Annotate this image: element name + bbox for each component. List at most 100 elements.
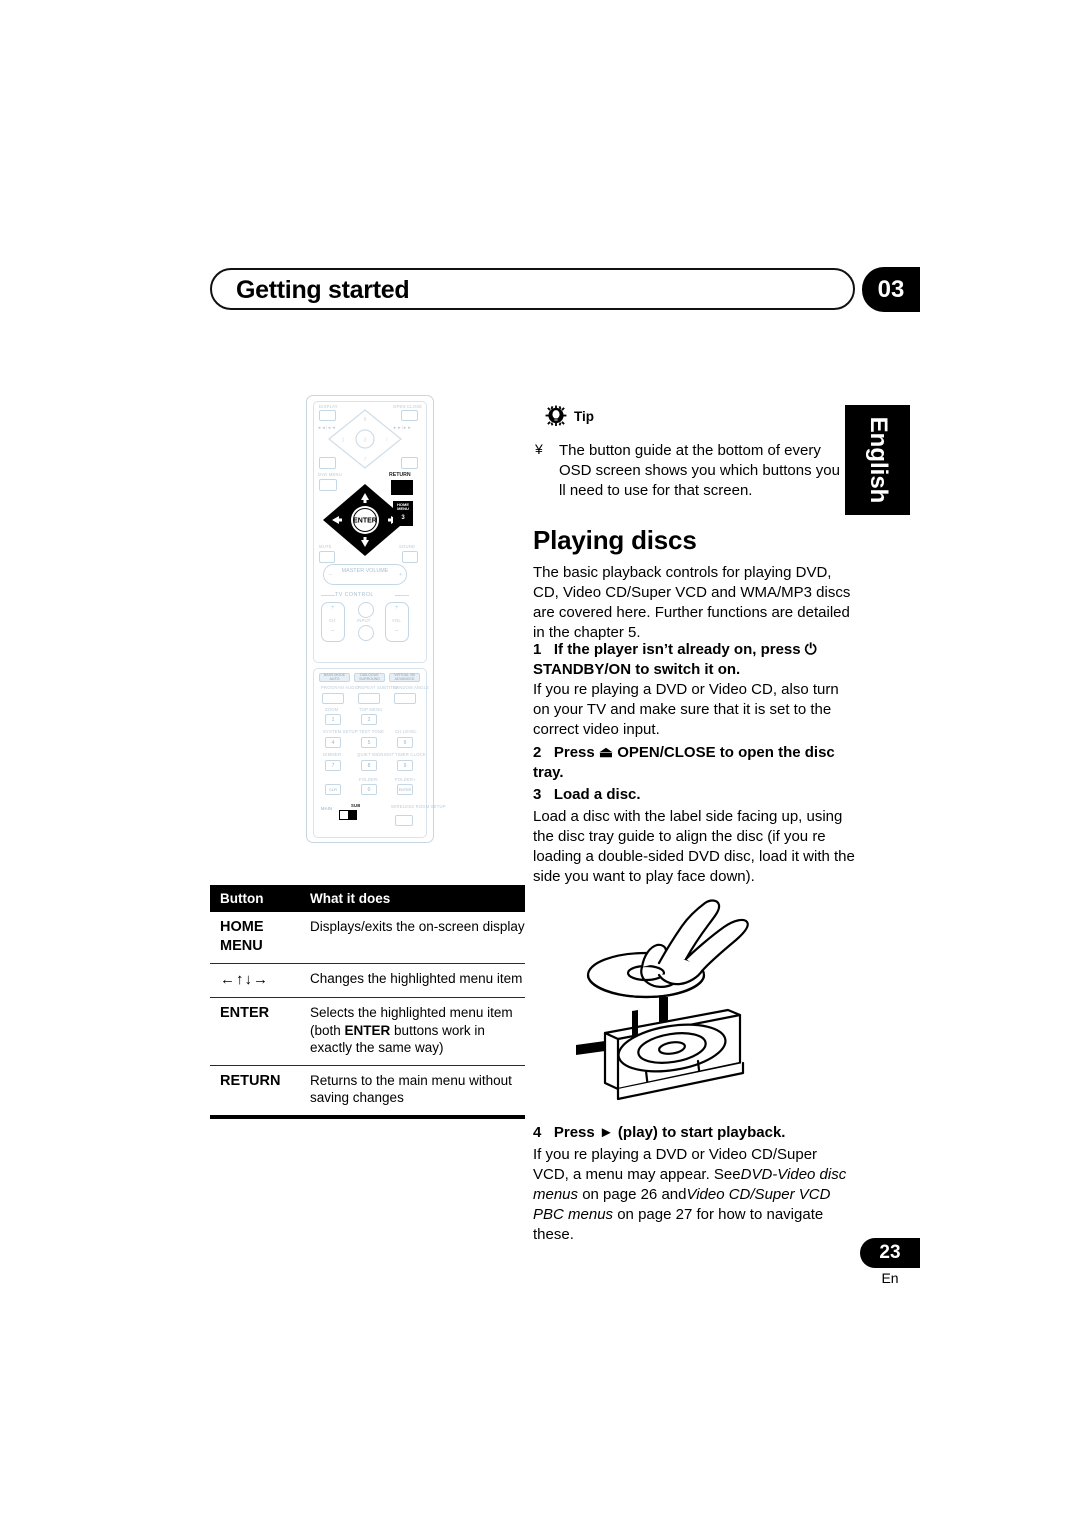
remote-master-volume-minus: –	[329, 572, 333, 578]
table-cell-description: Returns to the main menu without saving …	[310, 1072, 512, 1106]
remote-button-tv-input[interactable]	[358, 625, 374, 641]
remote-label-input: INPUT	[357, 618, 371, 623]
remote-button-clr[interactable]: CLR	[325, 784, 341, 795]
remote-key-7[interactable]: 7	[325, 760, 341, 771]
remote-button-repeat-subtitle[interactable]	[358, 693, 380, 704]
remote-button-tv-power[interactable]	[358, 602, 374, 618]
section-intro: The basic playback controls for playing …	[533, 564, 851, 641]
page-language-code: En	[881, 1270, 899, 1286]
remote-label-zoom: ZOOM	[325, 707, 339, 712]
table-row: RETURN Returns to the main menu without …	[210, 1066, 525, 1115]
table-cell-button: ENTER	[220, 1005, 270, 1022]
svg-text:8: 8	[364, 417, 367, 423]
table-bottom-rule	[210, 1115, 525, 1120]
svg-text:ENTER: ENTER	[353, 518, 377, 525]
remote-button-bass-mode[interactable]: BASS MODE AUTO	[319, 673, 350, 682]
table-cell-button: HOME MENU	[210, 918, 302, 955]
remote-key-8[interactable]: 8	[361, 760, 377, 771]
remote-label-folder-plus: FOLDER+	[395, 777, 416, 782]
remote-button-dialogue-surround[interactable]: DIALOGUE SURROUND	[354, 673, 385, 682]
page-number-badge: 23	[860, 1238, 920, 1268]
table-row: ←↑↓→ Changes the highlighted menu item	[210, 964, 525, 999]
table-cell-description: Changes the highlighted menu item	[310, 971, 523, 987]
language-tab-label: English	[864, 416, 892, 504]
remote-button-stop[interactable]	[319, 457, 336, 469]
remote-label-random-angle: RANDOM ANGLE	[393, 685, 430, 690]
remote-tv-ch-minus: –	[331, 628, 335, 634]
table-cell-button-line1: HOME	[220, 919, 264, 935]
remote-key-9[interactable]: 9	[397, 760, 413, 771]
tip-label: Tip	[574, 408, 594, 424]
remote-label-ch: CH	[329, 618, 336, 623]
table-header-what-it-does: What it does	[310, 891, 391, 906]
remote-key-1[interactable]: 1	[325, 714, 341, 725]
remote-control-illustration: DISPLAY OPEN CLOSE ◄◄/◄◄ ►►/►► 8 3 1 I 7	[306, 395, 446, 843]
remote-tv-vol-minus: –	[395, 628, 399, 634]
remote-button-home-menu[interactable]: HOME MENU 3	[393, 501, 413, 526]
remote-master-volume-plus: +	[399, 572, 403, 578]
table-cell-button-line2: MENU	[220, 937, 263, 954]
language-tab: English	[845, 405, 910, 515]
step-2-title: Press ⏏ OPEN/CLOSE to open the disc tray…	[533, 744, 835, 781]
remote-tv-vol-plus: +	[395, 605, 399, 611]
remote-switch-main-sub[interactable]	[339, 810, 357, 820]
remote-label-vol: VOL	[392, 618, 401, 623]
manual-page: Getting started 03 DISPLAY OPEN CLOSE ◄◄…	[0, 0, 1080, 1528]
remote-tv-ch-plus: +	[331, 605, 335, 611]
remote-button-virtual-sb[interactable]: VIRTUAL SB ADVANCED	[389, 673, 420, 682]
tip-header: Tip	[545, 405, 594, 427]
remote-key-6[interactable]: 6	[397, 737, 413, 748]
svg-text:3: 3	[364, 438, 367, 444]
svg-text:I: I	[386, 438, 387, 444]
step-4: 4 Press ► (play) to start playback.	[533, 1123, 855, 1143]
remote-label-dimmer: DIMMER	[323, 752, 342, 757]
table-row: ENTER Selects the highlighted menu item …	[210, 998, 525, 1066]
chapter-badge: 03	[862, 267, 920, 312]
table-row: HOME MENU Displays/exits the on-screen d…	[210, 912, 525, 965]
remote-button-wireless-room-setup[interactable]	[395, 815, 413, 826]
step-4-number: 4	[533, 1124, 542, 1141]
step-2: 2 Press ⏏ OPEN/CLOSE to open the disc tr…	[533, 743, 855, 783]
button-reference-table: Button What it does HOME MENU Displays/e…	[210, 885, 525, 1120]
table-cell-description: Displays/exits the on-screen display	[310, 919, 525, 934]
remote-key-3: 3	[401, 514, 405, 521]
remote-button-sound[interactable]	[402, 551, 418, 563]
remote-label-wireless-room-setup: WIRELESS ROOM SETUP	[391, 804, 446, 809]
step-3-body: Load a disc with the label side facing u…	[533, 808, 855, 885]
remote-key-4[interactable]: 4	[325, 737, 341, 748]
lightbulb-icon	[545, 405, 567, 426]
step-2-number: 2	[533, 744, 542, 761]
page-title: Getting started	[236, 276, 410, 304]
table-header-row: Button What it does	[210, 885, 525, 912]
remote-label-timer-clock: TIMER CLOCK	[395, 752, 426, 757]
tip-text: The button guide at the bottom of every …	[559, 442, 840, 499]
remote-button-pause[interactable]	[401, 457, 418, 469]
remote-key-0[interactable]: 0	[361, 784, 377, 795]
remote-transport-dpad-outline: 8 3 1 I 7	[327, 408, 403, 470]
remote-key-2[interactable]: 2	[361, 714, 377, 725]
table-cell-button: RETURN	[220, 1072, 281, 1089]
desc-bold: ENTER	[344, 1022, 391, 1038]
step-1-number: 1	[533, 641, 542, 658]
remote-button-open-close[interactable]	[401, 410, 418, 421]
table-cell-description: Selects the highlighted menu item (both …	[302, 1004, 525, 1057]
step-3: 3 Load a disc.	[533, 785, 855, 805]
step-3-number: 3	[533, 786, 542, 803]
remote-label-return: RETURN	[389, 472, 411, 478]
remote-button-enter-key[interactable]: ENTER	[397, 784, 413, 795]
step-3-title: Load a disc.	[553, 786, 641, 803]
remote-button-mute[interactable]	[319, 551, 335, 563]
page-header: Getting started 03	[210, 267, 920, 314]
step-1: 1 If the player isn’t already on, press …	[533, 640, 855, 680]
disc-loading-illustration	[558, 893, 843, 1108]
remote-label-main: MAIN	[321, 806, 333, 811]
tip-body: The button guide at the bottom of every …	[533, 441, 843, 501]
remote-key-5[interactable]: 5	[361, 737, 377, 748]
remote-label-ch-level: CH LEVEL	[395, 729, 417, 734]
remote-label-sub: SUB	[351, 803, 361, 808]
remote-button-random-angle[interactable]	[394, 693, 416, 704]
remote-label-system-setup: SYSTEM SETUP	[323, 729, 358, 734]
step-1-body: If you re playing a DVD or Video CD, als…	[533, 681, 839, 738]
remote-label-sound: SOUND	[399, 544, 416, 549]
remote-button-program-audio[interactable]	[322, 693, 344, 704]
